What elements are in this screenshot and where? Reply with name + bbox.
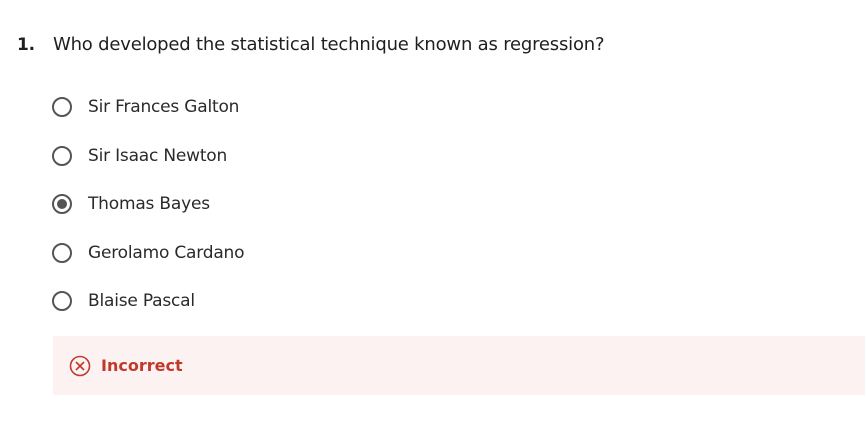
option-thomas-bayes[interactable]: Thomas Bayes bbox=[52, 190, 244, 218]
answer-options: Sir Frances Galton Sir Isaac Newton Thom… bbox=[52, 93, 245, 336]
option-gerolamo-cardano[interactable]: Gerolamo Cardano bbox=[52, 239, 245, 267]
question-number: 1. bbox=[17, 35, 35, 55]
radio-button[interactable] bbox=[52, 291, 72, 311]
option-label: Thomas Bayes bbox=[88, 194, 210, 214]
feedback-label: Incorrect bbox=[101, 356, 183, 375]
question-text: Who developed the statistical technique … bbox=[53, 34, 605, 55]
option-label: Blaise Pascal bbox=[88, 291, 195, 311]
radio-button[interactable] bbox=[52, 97, 72, 117]
option-blaise-pascal[interactable]: Blaise Pascal bbox=[52, 287, 244, 315]
radio-button-selected[interactable] bbox=[52, 194, 72, 214]
option-label: Sir Frances Galton bbox=[88, 97, 240, 117]
feedback-banner: Incorrect bbox=[53, 336, 865, 395]
radio-button[interactable] bbox=[52, 145, 72, 166]
option-label: Gerolamo Cardano bbox=[88, 242, 245, 263]
x-circle-icon bbox=[69, 355, 91, 377]
radio-button[interactable] bbox=[52, 242, 72, 263]
option-label: Sir Isaac Newton bbox=[88, 145, 228, 166]
option-sir-isaac-newton[interactable]: Sir Isaac Newton bbox=[52, 142, 244, 170]
option-sir-frances-galton[interactable]: Sir Frances Galton bbox=[52, 93, 244, 121]
question-prompt: 1. Who developed the statistical techniq… bbox=[17, 34, 605, 55]
